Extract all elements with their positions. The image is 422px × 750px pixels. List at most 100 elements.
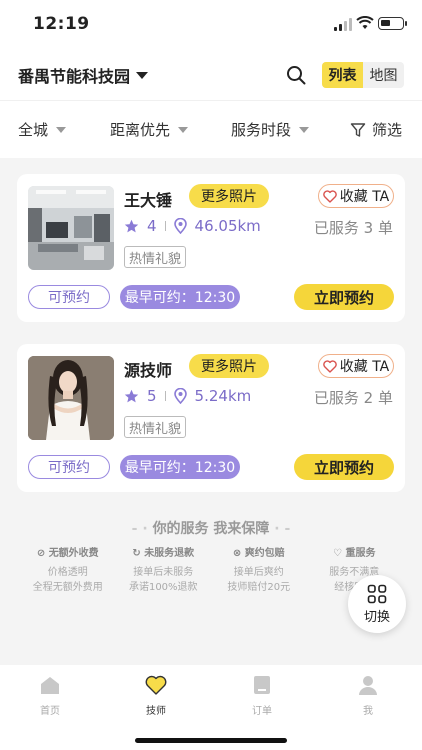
distance-value: 46.05km xyxy=(194,217,261,235)
tab-therapist-label: 技师 xyxy=(146,706,166,717)
therapist-name: 王大锤 xyxy=(124,191,173,210)
meta-divider xyxy=(164,221,166,231)
refund-icon: ↻ xyxy=(132,548,145,559)
therapist-card[interactable]: 源技师 更多照片 收藏 TA 5 5.24km 已服务 2 单 热情礼貌 可预约… xyxy=(17,344,405,492)
signal-icon xyxy=(334,18,352,31)
tab-me[interactable]: 我 xyxy=(338,675,398,717)
orders-icon xyxy=(254,676,270,694)
more-photos-button[interactable]: 更多照片 xyxy=(189,184,269,208)
view-toggle: 列表 地图 xyxy=(322,62,404,88)
availability-badge: 可预约 xyxy=(28,455,110,479)
guarantee-item-line: 承诺100%退款 xyxy=(128,582,198,593)
filter-time-slot[interactable]: 服务时段 xyxy=(231,119,310,140)
filter-city[interactable]: 全城 xyxy=(18,119,67,140)
guarantee-item-line: 接单后爽约 xyxy=(233,567,284,578)
therapist-name: 源技师 xyxy=(124,361,173,380)
star-icon xyxy=(124,389,139,402)
switch-label: 切换 xyxy=(363,609,390,625)
filter-distance[interactable]: 距离优先 xyxy=(110,119,189,140)
search-icon[interactable] xyxy=(286,65,306,85)
more-photos-button[interactable]: 更多照片 xyxy=(189,354,269,378)
guarantee-item: ⊘ 无额外收费 价格透明 全程无额外费用 xyxy=(20,544,116,593)
user-icon xyxy=(359,676,377,695)
heart-tab-icon xyxy=(145,675,167,695)
therapist-card[interactable]: 王大锤 更多照片 收藏 TA 4 46.05km 已服务 3 单 热情礼貌 可预… xyxy=(17,174,405,322)
top-header: 番禺节能科技园 列表 地图 xyxy=(0,48,422,100)
therapist-meta: 5 5.24km xyxy=(124,387,251,405)
favorite-button[interactable]: 收藏 TA xyxy=(318,184,394,208)
book-now-button[interactable]: 立即预约 xyxy=(294,454,394,480)
status-bar: 12:19 xyxy=(0,0,422,48)
view-map-button[interactable]: 地图 xyxy=(363,62,404,88)
switch-button[interactable]: 切换 xyxy=(348,575,406,633)
rating-value: 5 xyxy=(147,387,157,405)
star-icon xyxy=(124,219,139,232)
filter-screen-label: 筛选 xyxy=(372,121,403,139)
favorite-label: 收藏 TA xyxy=(339,189,390,205)
tab-home-label: 首页 xyxy=(40,706,60,717)
guarantee-title: - · 你的服务 我来保障 · - xyxy=(0,518,422,538)
dash-left-icon: - · xyxy=(131,521,153,537)
guarantee-item-line: 技师赔付20元 xyxy=(227,582,291,593)
guarantee-list: ⊘ 无额外收费 价格透明 全程无额外费用 ↻ 未服务退款 接单后未服务 承诺10… xyxy=(20,544,402,593)
served-count: 已服务 3 单 xyxy=(313,219,393,237)
triangle-down-icon xyxy=(56,126,67,133)
rating-value: 4 xyxy=(147,217,157,235)
location-selector[interactable]: 番禺节能科技园 xyxy=(18,63,149,87)
book-now-button[interactable]: 立即预约 xyxy=(294,284,394,310)
guarantee-item: ↻ 未服务退款 接单后未服务 承诺100%退款 xyxy=(116,544,212,593)
home-indicator[interactable] xyxy=(135,738,287,743)
filter-screen[interactable]: 筛选 xyxy=(350,119,402,140)
earliest-time-badge: 最早可约：12:30 xyxy=(120,455,240,479)
tab-home[interactable]: 首页 xyxy=(20,675,80,717)
therapist-photo[interactable] xyxy=(28,186,114,270)
favorite-button[interactable]: 收藏 TA xyxy=(318,354,394,378)
filter-time-label: 服务时段 xyxy=(231,121,292,139)
compensation-icon: ⊗ xyxy=(232,548,245,559)
tab-orders-label: 订单 xyxy=(252,706,272,717)
location-label: 番禺节能科技园 xyxy=(18,67,131,86)
battery-icon xyxy=(378,17,407,30)
caret-down-icon xyxy=(136,71,149,79)
tab-therapist[interactable]: 技师 xyxy=(126,675,186,717)
guarantee-item: ⊗ 爽约包赔 接单后爽约 技师赔付20元 xyxy=(211,544,307,593)
dash-right-icon: · - xyxy=(269,521,291,537)
triangle-down-icon xyxy=(299,126,310,133)
meta-divider xyxy=(164,391,166,401)
location-pin-icon xyxy=(173,388,187,404)
guarantee-item-line: 全程无额外费用 xyxy=(32,582,103,593)
guarantee-item-line: 服务不满意 xyxy=(329,567,380,578)
guarantee-item-title: 无额外收费 xyxy=(48,548,99,559)
guarantee-item-line: 接单后未服务 xyxy=(133,567,194,578)
availability-badge: 可预约 xyxy=(28,285,110,309)
therapist-photo[interactable] xyxy=(28,356,114,440)
no-fee-icon: ⊘ xyxy=(36,548,49,559)
funnel-icon xyxy=(350,122,366,137)
location-pin-icon xyxy=(173,218,187,234)
heart-icon xyxy=(323,359,337,373)
guarantee-item-title: 爽约包赔 xyxy=(244,548,285,559)
tab-orders[interactable]: 订单 xyxy=(232,675,292,717)
served-count: 已服务 2 单 xyxy=(313,389,393,407)
heart-outline-icon: ♡ xyxy=(333,548,346,559)
home-icon xyxy=(41,677,59,694)
status-time: 12:19 xyxy=(33,14,90,34)
guarantee-title-text: 你的服务 我来保障 xyxy=(152,521,270,537)
guarantee-item-line: 价格透明 xyxy=(47,567,88,578)
therapist-tag: 热情礼貌 xyxy=(124,246,187,268)
tab-me-label: 我 xyxy=(363,706,373,717)
view-list-button[interactable]: 列表 xyxy=(322,62,363,88)
filter-distance-label: 距离优先 xyxy=(110,121,171,139)
guarantee-item-title: 重服务 xyxy=(345,548,376,559)
filter-bar: 全城 距离优先 服务时段 筛选 xyxy=(0,100,422,158)
heart-icon xyxy=(323,189,337,203)
therapist-tag: 热情礼貌 xyxy=(124,416,187,438)
favorite-label: 收藏 TA xyxy=(339,359,390,375)
guarantee-item-title: 未服务退款 xyxy=(144,548,195,559)
triangle-down-icon xyxy=(178,126,189,133)
distance-value: 5.24km xyxy=(194,387,252,405)
earliest-time-badge: 最早可约：12:30 xyxy=(120,285,240,309)
grid-icon xyxy=(367,584,387,603)
filter-city-label: 全城 xyxy=(18,121,49,139)
therapist-meta: 4 46.05km xyxy=(124,217,261,235)
